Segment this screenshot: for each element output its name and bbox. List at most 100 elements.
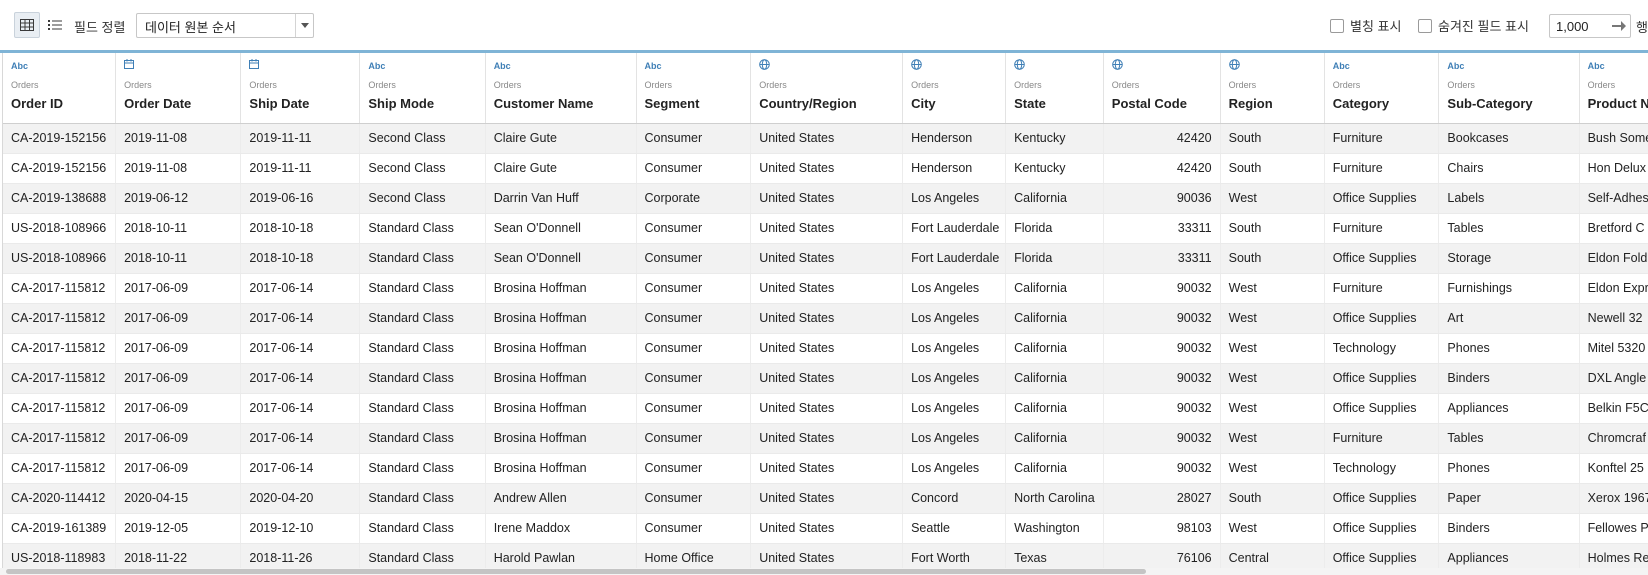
- table-cell: Storage: [1438, 243, 1580, 274]
- column-name: Region: [1228, 96, 1273, 111]
- table-row[interactable]: CA-2020-114412 2020-04-15 2020-04-20 Standa…: [3, 483, 1648, 514]
- grid-view-button[interactable]: [14, 12, 40, 38]
- table-cell: Standard Class: [359, 303, 486, 334]
- table-cell: Furniture: [1324, 123, 1440, 154]
- table-row[interactable]: CA-2017-115812 2017-06-09 2017-06-14 Standa…: [3, 423, 1648, 454]
- table-cell: Central: [1220, 543, 1325, 570]
- table-cell: CA-2019-138688: [3, 183, 117, 214]
- table-row[interactable]: CA-2017-115812 2017-06-09 2017-06-14 Standa…: [3, 333, 1648, 364]
- table-cell: Second Class: [359, 183, 486, 214]
- table-row[interactable]: CA-2019-152156 2019-11-08 2019-11-11 Second…: [3, 123, 1648, 154]
- table-cell: 2017-06-09: [115, 423, 242, 454]
- globe-icon: [911, 59, 997, 73]
- table-cell: 90032: [1103, 453, 1221, 484]
- table-cell: Concord: [902, 483, 1007, 514]
- table-cell: US-2018-108966: [3, 213, 117, 244]
- table-cell: Consumer: [636, 363, 752, 394]
- table-cell: California: [1005, 423, 1104, 454]
- table-row[interactable]: CA-2019-152156 2019-11-08 2019-11-11 Second…: [3, 153, 1648, 184]
- scrollbar-thumb[interactable]: [6, 569, 1146, 574]
- table-cell: Technology: [1324, 333, 1440, 364]
- column-header[interactable]: Abc Orders Ship Mode: [359, 53, 486, 124]
- table-cell: Standard Class: [359, 333, 486, 364]
- column-header[interactable]: Orders Ship Date: [240, 53, 361, 124]
- column-header[interactable]: Abc Orders Order ID: [3, 53, 117, 124]
- column-header[interactable]: Orders State: [1005, 53, 1104, 124]
- column-source: Orders: [124, 80, 152, 90]
- globe-icon: [759, 59, 894, 73]
- table-row[interactable]: CA-2019-138688 2019-06-12 2019-06-16 Second…: [3, 183, 1648, 214]
- arrow-right-icon[interactable]: [1611, 19, 1627, 33]
- table-cell: 2018-11-26: [240, 543, 361, 570]
- table-cell: CA-2019-152156: [3, 123, 117, 154]
- table-cell: 2019-11-11: [240, 123, 361, 154]
- column-header[interactable]: Abc Orders Product Na: [1579, 53, 1648, 124]
- table-cell: Hon Delux: [1579, 153, 1648, 184]
- table-row[interactable]: US-2018-108966 2018-10-11 2018-10-18 Standa…: [3, 243, 1648, 274]
- text-type-icon: Abc: [1332, 61, 1350, 71]
- table-cell: Texas: [1005, 543, 1104, 570]
- table-row[interactable]: CA-2017-115812 2017-06-09 2017-06-14 Standa…: [3, 393, 1648, 424]
- column-name: Postal Code: [1111, 96, 1187, 111]
- table-cell: United States: [750, 273, 904, 304]
- table-row[interactable]: CA-2019-161389 2019-12-05 2019-12-10 Standa…: [3, 513, 1648, 544]
- column-source: Orders: [1014, 80, 1042, 90]
- table-cell: 2019-12-10: [240, 513, 361, 544]
- grid-icon: [20, 19, 34, 31]
- table-cell: 2017-06-09: [115, 393, 242, 424]
- show-aliases-checkbox[interactable]: 별칭 표시: [1330, 16, 1401, 35]
- table-row[interactable]: US-2018-108966 2018-10-11 2018-10-18 Standa…: [3, 213, 1648, 244]
- column-header[interactable]: Abc Orders Sub-Category: [1438, 53, 1580, 124]
- sort-order-dropdown[interactable]: 데이터 원본 순서: [136, 13, 314, 38]
- table-row[interactable]: CA-2017-115812 2017-06-09 2017-06-14 Standa…: [3, 273, 1648, 304]
- table-cell: Consumer: [636, 243, 752, 274]
- table-cell: Los Angeles: [902, 393, 1007, 424]
- table-cell: 42420: [1103, 153, 1221, 184]
- table-row[interactable]: CA-2017-115812 2017-06-09 2017-06-14 Standa…: [3, 303, 1648, 334]
- table-cell: CA-2019-152156: [3, 153, 117, 184]
- table-cell: 42420: [1103, 123, 1221, 154]
- table-cell: Chairs: [1438, 153, 1580, 184]
- table-cell: United States: [750, 543, 904, 570]
- table-row[interactable]: US-2018-118983 2018-11-22 2018-11-26 Standa…: [3, 543, 1648, 570]
- checkbox-icon: [1418, 18, 1432, 33]
- table-cell: West: [1220, 453, 1325, 484]
- table-cell: Standard Class: [359, 513, 486, 544]
- table-row[interactable]: CA-2017-115812 2017-06-09 2017-06-14 Standa…: [3, 363, 1648, 394]
- table-row[interactable]: CA-2017-115812 2017-06-09 2017-06-14 Standa…: [3, 453, 1648, 484]
- table-cell: 33311: [1103, 213, 1221, 244]
- table-cell: United States: [750, 123, 904, 154]
- table-cell: Furniture: [1324, 273, 1440, 304]
- table-cell: CA-2020-114412: [3, 483, 117, 514]
- column-source: Orders: [368, 80, 396, 90]
- table-cell: Binders: [1438, 513, 1580, 544]
- list-view-button[interactable]: [42, 12, 68, 38]
- table-cell: Brosina Hoffman: [485, 363, 637, 394]
- table-cell: Consumer: [636, 453, 752, 484]
- column-header[interactable]: Orders Region: [1220, 53, 1325, 124]
- column-header[interactable]: Orders City: [902, 53, 1007, 124]
- table-cell: Florida: [1005, 243, 1104, 274]
- show-hidden-fields-checkbox[interactable]: 숨겨진 필드 표시: [1418, 16, 1529, 35]
- column-name: Sub-Category: [1447, 96, 1533, 111]
- column-name: Ship Mode: [368, 96, 435, 111]
- column-header[interactable]: Abc Orders Segment: [636, 53, 752, 124]
- table-cell: 2018-10-18: [240, 213, 361, 244]
- table-cell: Konftel 25: [1579, 453, 1648, 484]
- table-cell: Standard Class: [359, 363, 486, 394]
- column-header[interactable]: Orders Postal Code: [1103, 53, 1221, 124]
- chevron-down-icon: [295, 14, 313, 37]
- column-header[interactable]: Abc Orders Category: [1324, 53, 1440, 124]
- table-cell: Labels: [1438, 183, 1580, 214]
- table-cell: CA-2017-115812: [3, 363, 117, 394]
- column-header[interactable]: Abc Orders Customer Name: [485, 53, 637, 124]
- text-type-icon: Abc: [368, 61, 386, 71]
- table-cell: Los Angeles: [902, 363, 1007, 394]
- column-header[interactable]: Orders Order Date: [115, 53, 242, 124]
- table-cell: Brosina Hoffman: [485, 393, 637, 424]
- sort-order-value: 데이터 원본 순서: [145, 20, 236, 35]
- column-source: Orders: [1228, 80, 1257, 90]
- table-cell: Kentucky: [1005, 153, 1104, 184]
- table-cell: Consumer: [636, 513, 752, 544]
- column-header[interactable]: Orders Country/Region: [750, 53, 904, 124]
